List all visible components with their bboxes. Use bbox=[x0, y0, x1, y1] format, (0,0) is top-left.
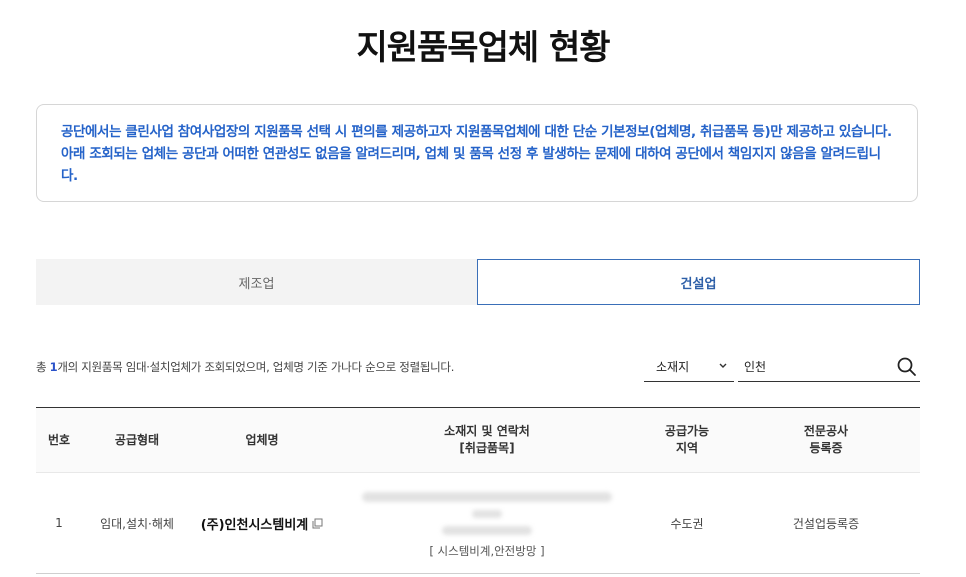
notice-text: 공단에서는 클린사업 참여사업장의 지원품목 선택 시 편의를 제공하고자 지원… bbox=[61, 124, 892, 184]
row-no: 1 bbox=[55, 516, 63, 530]
tab-label: 건설업 bbox=[680, 276, 717, 292]
company-name-link[interactable]: (주)인천시스템비계 bbox=[201, 514, 309, 533]
search-icon[interactable] bbox=[896, 356, 918, 378]
result-summary: 총 1개의 지원품목 임대·설치업체가 조회되었으며, 업체명 기준 가나다 순… bbox=[36, 359, 454, 375]
header-location: 소재지 및 연락처 [취급품목] bbox=[444, 424, 530, 455]
header-no: 번호 bbox=[47, 432, 71, 447]
row-supply-type: 임대,설치·해체 bbox=[100, 516, 174, 531]
tab-construction[interactable]: 건설업 bbox=[477, 259, 920, 305]
search-input[interactable] bbox=[738, 352, 884, 380]
row-license: 건설업등록증 bbox=[792, 516, 860, 531]
tab-label: 제조업 bbox=[238, 276, 275, 292]
select-value: 소재지 bbox=[656, 360, 690, 374]
page-title: 지원품목업체 현황 bbox=[356, 28, 610, 68]
header-company: 업체명 bbox=[245, 432, 279, 447]
row-area: 수도권 bbox=[670, 516, 704, 531]
table-row: 1 임대,설치·해체 (주)인천시스템비계 [ 시스템비계,안전방망 ] 수도권… bbox=[36, 473, 920, 574]
row-location-cell: [ 시스템비계,안전방망 ] bbox=[332, 473, 642, 573]
handled-items: [ 시스템비계,안전방망 ] bbox=[429, 543, 545, 558]
header-supply-type: 공급형태 bbox=[114, 432, 160, 447]
search-bar: 소재지 bbox=[644, 352, 920, 383]
redacted-contact bbox=[442, 525, 532, 535]
summary-suffix: 개의 지원품목 임대·설치업체가 조회되었으며, 업체명 기준 가나다 순으로 … bbox=[57, 360, 455, 374]
search-type-select[interactable]: 소재지 bbox=[644, 352, 734, 382]
search-field bbox=[738, 352, 920, 382]
page: 지원품목업체 현황 공단에서는 클린사업 참여사업장의 지원품목 선택 시 편의… bbox=[0, 0, 966, 577]
row-company-cell: (주)인천시스템비계 bbox=[192, 473, 332, 573]
header-license: 전문공사 등록증 bbox=[803, 424, 849, 455]
redacted-address bbox=[472, 509, 502, 518]
summary-prefix: 총 bbox=[36, 360, 50, 374]
chevron-down-icon bbox=[719, 363, 727, 368]
tab-manufacturing[interactable]: 제조업 bbox=[36, 259, 477, 305]
vendor-table: 번호 공급형태 업체명 소재지 및 연락처 [취급품목] 공급가능 지역 전문공… bbox=[36, 407, 920, 574]
category-tabs: 제조업 건설업 bbox=[36, 259, 920, 305]
table-header: 번호 공급형태 업체명 소재지 및 연락처 [취급품목] 공급가능 지역 전문공… bbox=[36, 407, 920, 473]
header-area: 공급가능 지역 bbox=[664, 424, 710, 455]
notice-box: 공단에서는 클린사업 참여사업장의 지원품목 선택 시 편의를 제공하고자 지원… bbox=[36, 104, 918, 202]
redacted-address bbox=[362, 491, 612, 502]
external-link-icon[interactable] bbox=[312, 518, 323, 529]
